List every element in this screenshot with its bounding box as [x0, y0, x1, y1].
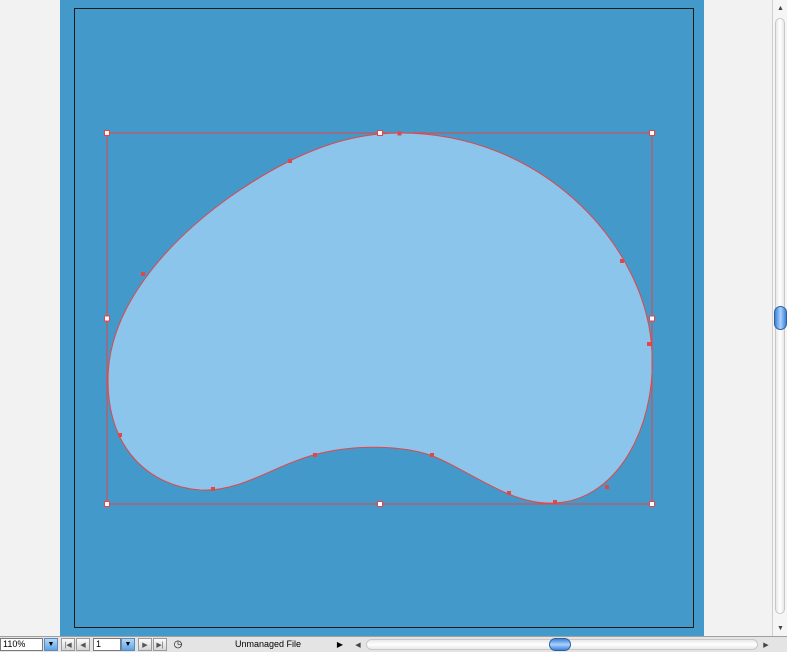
handle-top-right[interactable]	[649, 130, 655, 136]
vertical-scrollbar[interactable]: ▲ ▼	[772, 0, 787, 636]
status-text[interactable]: Unmanaged File	[188, 638, 348, 651]
chevron-down-icon[interactable]: ▼	[121, 638, 135, 651]
triangle-right-icon[interactable]: ▶	[335, 638, 345, 651]
scroll-down-arrow-icon[interactable]: ▼	[773, 622, 787, 634]
zoom-level-field[interactable]: 110%	[0, 638, 43, 651]
handle-top-center[interactable]	[377, 130, 383, 136]
anchor-point[interactable]	[288, 159, 292, 163]
status-bar: 110% ▼ |◀ ◀ 1 ▼ ▶ ▶| ◷ Unmanaged File ▶ …	[0, 636, 787, 652]
handle-top-left[interactable]	[104, 130, 110, 136]
page-number-field[interactable]: 1	[93, 638, 121, 651]
scroll-right-arrow-icon[interactable]: ▶	[760, 638, 772, 651]
handle-middle-left[interactable]	[104, 315, 110, 322]
first-page-icon[interactable]: |◀	[61, 638, 75, 651]
scroll-left-arrow-icon[interactable]: ◀	[352, 638, 364, 651]
handle-bottom-right[interactable]	[649, 501, 655, 507]
handle-bottom-center[interactable]	[377, 501, 383, 507]
clock-icon[interactable]: ◷	[172, 638, 184, 651]
chevron-down-icon[interactable]: ▼	[44, 638, 58, 651]
canvas[interactable]	[0, 0, 772, 636]
vertical-scroll-thumb[interactable]	[774, 306, 787, 330]
anchor-point[interactable]	[313, 453, 317, 457]
anchor-point[interactable]	[553, 500, 557, 504]
workspace[interactable]	[0, 0, 772, 636]
prev-page-icon[interactable]: ◀	[76, 638, 90, 651]
anchor-point[interactable]	[620, 259, 624, 263]
anchor-point[interactable]	[507, 491, 511, 495]
handle-middle-right[interactable]	[649, 315, 655, 322]
bean-shape[interactable]	[107, 132, 653, 504]
anchor-point[interactable]	[397, 131, 402, 136]
next-page-icon[interactable]: ▶	[138, 638, 152, 651]
last-page-icon[interactable]: ▶|	[153, 638, 167, 651]
anchor-point[interactable]	[430, 453, 434, 457]
anchor-point[interactable]	[141, 272, 145, 276]
anchor-point[interactable]	[211, 487, 215, 491]
horizontal-scroll-thumb[interactable]	[549, 638, 571, 651]
handle-bottom-left[interactable]	[104, 501, 110, 507]
anchor-point[interactable]	[605, 485, 609, 489]
scroll-up-arrow-icon[interactable]: ▲	[773, 2, 787, 14]
anchor-point[interactable]	[118, 433, 122, 437]
anchor-point[interactable]	[647, 342, 651, 346]
horizontal-scrollbar[interactable]: ◀ ▶	[350, 638, 772, 651]
